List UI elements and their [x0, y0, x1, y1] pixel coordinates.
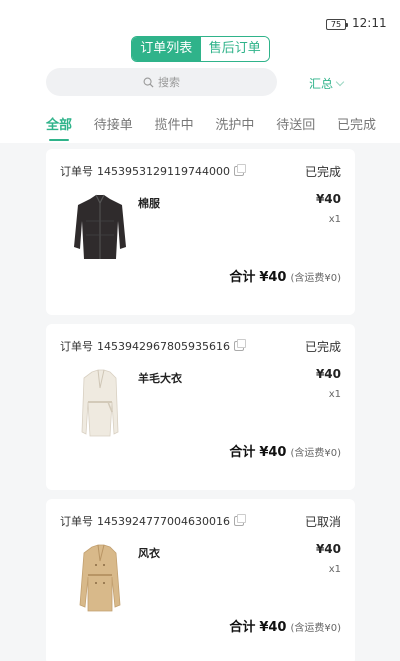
item-name: 羊毛大衣 — [138, 372, 182, 385]
order-number-value: 1453924777004630016 — [97, 514, 230, 528]
order-total: 合计 ¥40 (含运费¥0) — [229, 441, 341, 460]
item-price: ¥40 — [315, 367, 341, 381]
total-label: 合计 — [229, 445, 256, 460]
total-amount: ¥40 — [259, 620, 287, 635]
item-name: 棉服 — [138, 197, 160, 210]
order-status: 已完成 — [304, 340, 341, 354]
total-label: 合计 — [229, 270, 256, 285]
order-number-value: 1453953129119744000 — [97, 164, 230, 178]
product-image-wool-coat — [81, 369, 119, 437]
tab-pending[interactable]: 待接单 — [94, 114, 133, 141]
copy-icon[interactable] — [233, 164, 246, 176]
order-number-label: 订单号 — [60, 165, 93, 178]
clock: 12:11 — [352, 16, 387, 30]
status-bar: 75 12:11 — [326, 16, 387, 31]
summary-dropdown[interactable]: 汇总 — [309, 75, 345, 92]
order-card[interactable]: 订单号 1453924777004630016 已取消 风衣 ¥40 x1 合计… — [46, 499, 355, 661]
item-quantity: x1 — [328, 564, 341, 575]
search-input[interactable]: 搜索 — [46, 68, 277, 96]
battery-icon: 75 — [326, 18, 348, 30]
order-number-label: 订单号 — [60, 340, 93, 353]
tab-order-list[interactable]: 订单列表 — [132, 37, 201, 61]
order-number: 订单号 1453953129119744000 — [60, 163, 246, 179]
total-label: 合计 — [229, 620, 256, 635]
tab-completed[interactable]: 已完成 — [337, 114, 376, 141]
order-number-label: 订单号 — [60, 515, 93, 528]
order-type-switch: 订单列表 售后订单 — [131, 36, 270, 62]
tab-pickup[interactable]: 揽件中 — [155, 114, 194, 141]
item-price: ¥40 — [315, 542, 341, 556]
total-amount: ¥40 — [259, 445, 287, 460]
tab-after-sales[interactable]: 售后订单 — [200, 37, 269, 61]
shipping-note: (含运费¥0) — [290, 448, 341, 459]
product-image-trench-coat — [79, 544, 121, 612]
order-number: 订单号 1453924777004630016 — [60, 513, 246, 529]
order-number: 订单号 1453942967805935616 — [60, 338, 246, 354]
order-card[interactable]: 订单号 1453942967805935616 已完成 羊毛大衣 ¥40 x1 … — [46, 324, 355, 490]
order-number-value: 1453942967805935616 — [97, 339, 230, 353]
status-tabs: 全部 待接单 揽件中 洗护中 待送回 已完成 — [46, 114, 376, 141]
summary-label: 汇总 — [309, 77, 334, 91]
order-card[interactable]: 订单号 1453953129119744000 已完成 棉服 ¥40 x1 合计… — [46, 149, 355, 315]
header-area: 75 12:11 订单列表 售后订单 搜索 汇总 全部 待接单 揽件中 洗护中 … — [0, 0, 400, 143]
tab-all[interactable]: 全部 — [46, 114, 72, 141]
order-total: 合计 ¥40 (含运费¥0) — [229, 266, 341, 285]
order-status: 已取消 — [304, 515, 341, 529]
total-amount: ¥40 — [259, 270, 287, 285]
shipping-note: (含运费¥0) — [290, 623, 341, 634]
search-icon — [143, 77, 154, 88]
item-quantity: x1 — [328, 389, 341, 400]
item-price: ¥40 — [315, 192, 341, 206]
item-name: 风衣 — [138, 547, 160, 560]
search-placeholder: 搜索 — [158, 76, 180, 89]
tab-washing[interactable]: 洗护中 — [215, 114, 254, 141]
copy-icon[interactable] — [233, 339, 246, 351]
order-total: 合计 ¥40 (含运费¥0) — [229, 616, 341, 635]
order-status: 已完成 — [304, 165, 341, 179]
product-image-padded-jacket — [74, 194, 126, 259]
item-quantity: x1 — [328, 214, 341, 225]
chevron-down-icon — [335, 77, 345, 87]
copy-icon[interactable] — [233, 514, 246, 526]
shipping-note: (含运费¥0) — [290, 273, 341, 284]
tab-delivering[interactable]: 待送回 — [276, 114, 315, 141]
